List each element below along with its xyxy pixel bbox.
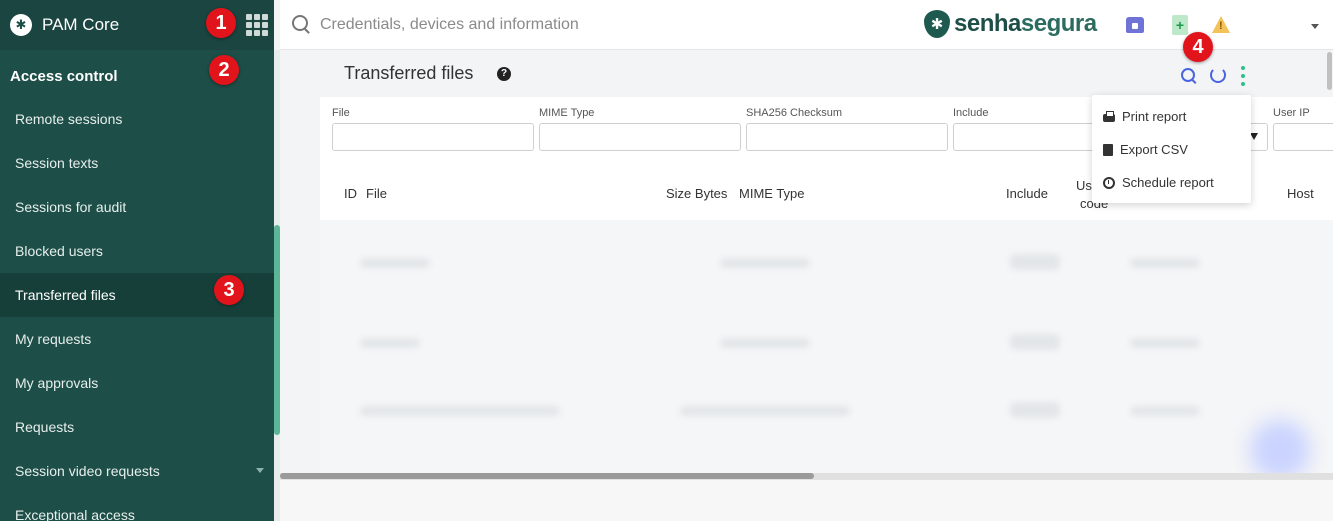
blurred-cell xyxy=(360,338,420,348)
blurred-cell xyxy=(1130,338,1200,348)
sidebar-item-label: My approvals xyxy=(15,375,99,391)
column-header-size-bytes[interactable]: Size Bytes xyxy=(666,186,727,201)
sidebar-item-label: Sessions for audit xyxy=(15,199,127,215)
shield-logo-icon: ✱ xyxy=(924,10,950,38)
logo-text: senhasegura xyxy=(954,10,1097,37)
add-document-icon[interactable]: + xyxy=(1172,15,1188,35)
sidebar-item-label: Requests xyxy=(15,419,75,435)
user-ip-filter-input[interactable] xyxy=(1273,123,1333,151)
blurred-cell xyxy=(1130,406,1200,416)
select-caret-icon xyxy=(1250,133,1258,140)
clock-icon xyxy=(1103,176,1115,189)
sha256-filter-input[interactable] xyxy=(746,123,948,151)
pam-logo-icon: ✱ xyxy=(10,14,32,36)
filter-search-icon[interactable] xyxy=(1181,68,1195,82)
sidebar-item-remote-sessions[interactable]: Remote sessions xyxy=(0,97,274,141)
blurred-cell xyxy=(720,258,810,268)
callout-badge-3: 3 xyxy=(214,275,244,305)
blurred-cell xyxy=(1010,254,1060,270)
blurred-cell xyxy=(360,258,430,268)
page-title: Transferred files xyxy=(344,63,474,83)
nav-list: Remote sessions Session texts Sessions f… xyxy=(0,97,274,521)
refresh-icon[interactable] xyxy=(1210,67,1226,83)
sidebar-item-my-approvals[interactable]: My approvals xyxy=(0,361,274,405)
column-header-user[interactable]: Us xyxy=(1076,178,1092,193)
filter-label-sha256: SHA256 Checksum xyxy=(746,107,842,119)
blurred-table-body xyxy=(320,220,1333,473)
sidebar-item-label: Session video requests xyxy=(15,463,160,479)
column-header-mime-type[interactable]: MIME Type xyxy=(739,186,805,201)
menu-item-label: Export CSV xyxy=(1120,142,1188,157)
blurred-cell xyxy=(680,406,850,416)
column-header-id[interactable]: ID xyxy=(344,186,357,201)
filter-label-mime: MIME Type xyxy=(539,107,595,119)
sidebar-item-session-texts[interactable]: Session texts xyxy=(0,141,274,185)
blurred-cell xyxy=(1010,334,1060,350)
callout-badge-2: 2 xyxy=(209,55,239,85)
sidebar-item-label: Blocked users xyxy=(15,243,103,259)
apps-grid-icon[interactable] xyxy=(246,14,268,36)
senhasegura-logo: ✱ senhasegura xyxy=(924,10,1097,38)
print-icon xyxy=(1103,110,1115,122)
blurred-cell xyxy=(720,338,810,348)
top-bar: ✱ senhasegura + xyxy=(280,0,1333,50)
global-search-input[interactable] xyxy=(320,12,880,38)
sidebar-item-label: Transferred files xyxy=(15,287,116,303)
sidebar-scrollbar[interactable] xyxy=(274,50,280,521)
blurred-help-bubble xyxy=(1250,420,1310,473)
column-header-include[interactable]: Include xyxy=(1006,186,1048,201)
blurred-cell xyxy=(1010,402,1060,418)
content-scrollbar-thumb[interactable] xyxy=(1327,52,1332,90)
user-menu-caret-icon[interactable] xyxy=(1311,24,1319,29)
menu-item-label: Schedule report xyxy=(1122,175,1214,190)
file-filter-input[interactable] xyxy=(332,123,534,151)
blurred-cell xyxy=(1130,258,1200,268)
sidebar-item-session-video-requests[interactable]: Session video requests xyxy=(0,449,274,493)
brand-title: PAM Core xyxy=(42,15,120,34)
file-icon xyxy=(1103,143,1113,156)
warning-icon[interactable] xyxy=(1212,16,1230,33)
sidebar-item-label: Remote sessions xyxy=(15,111,123,127)
chevron-down-icon xyxy=(256,468,264,473)
sidebar-item-exceptional-access[interactable]: Exceptional access xyxy=(0,493,274,521)
sidebar-scrollbar-thumb[interactable] xyxy=(274,225,280,435)
more-options-icon[interactable] xyxy=(1241,66,1245,86)
footer xyxy=(280,479,1333,521)
filter-label-include: Include xyxy=(953,107,989,119)
sidebar-item-requests[interactable]: Requests xyxy=(0,405,274,449)
report-options-menu: Print report Export CSV Schedule report xyxy=(1092,95,1251,203)
menu-item-print-report[interactable]: Print report xyxy=(1092,100,1251,133)
sidebar-item-my-requests[interactable]: My requests xyxy=(0,317,274,361)
filter-label-user-ip: User IP xyxy=(1273,107,1310,119)
home-icon[interactable] xyxy=(1126,17,1144,33)
column-header-file[interactable]: File xyxy=(366,186,387,201)
filter-label-file: File xyxy=(332,107,350,119)
mime-filter-input[interactable] xyxy=(539,123,741,151)
help-icon[interactable]: ? xyxy=(497,67,511,81)
column-header-host[interactable]: Host xyxy=(1287,186,1314,201)
search-icon xyxy=(292,15,308,31)
menu-item-export-csv[interactable]: Export CSV xyxy=(1092,133,1251,166)
sidebar-item-label: Exceptional access xyxy=(15,507,135,521)
sidebar-item-blocked-users[interactable]: Blocked users xyxy=(0,229,274,273)
sidebar-item-sessions-for-audit[interactable]: Sessions for audit xyxy=(0,185,274,229)
sidebar-item-label: Session texts xyxy=(15,155,99,171)
callout-badge-4: 4 xyxy=(1183,32,1213,62)
sidebar-item-label: My requests xyxy=(15,331,92,347)
blurred-cell xyxy=(360,406,560,416)
menu-item-schedule-report[interactable]: Schedule report xyxy=(1092,166,1251,199)
menu-item-label: Print report xyxy=(1122,109,1187,124)
callout-badge-1: 1 xyxy=(206,8,236,38)
